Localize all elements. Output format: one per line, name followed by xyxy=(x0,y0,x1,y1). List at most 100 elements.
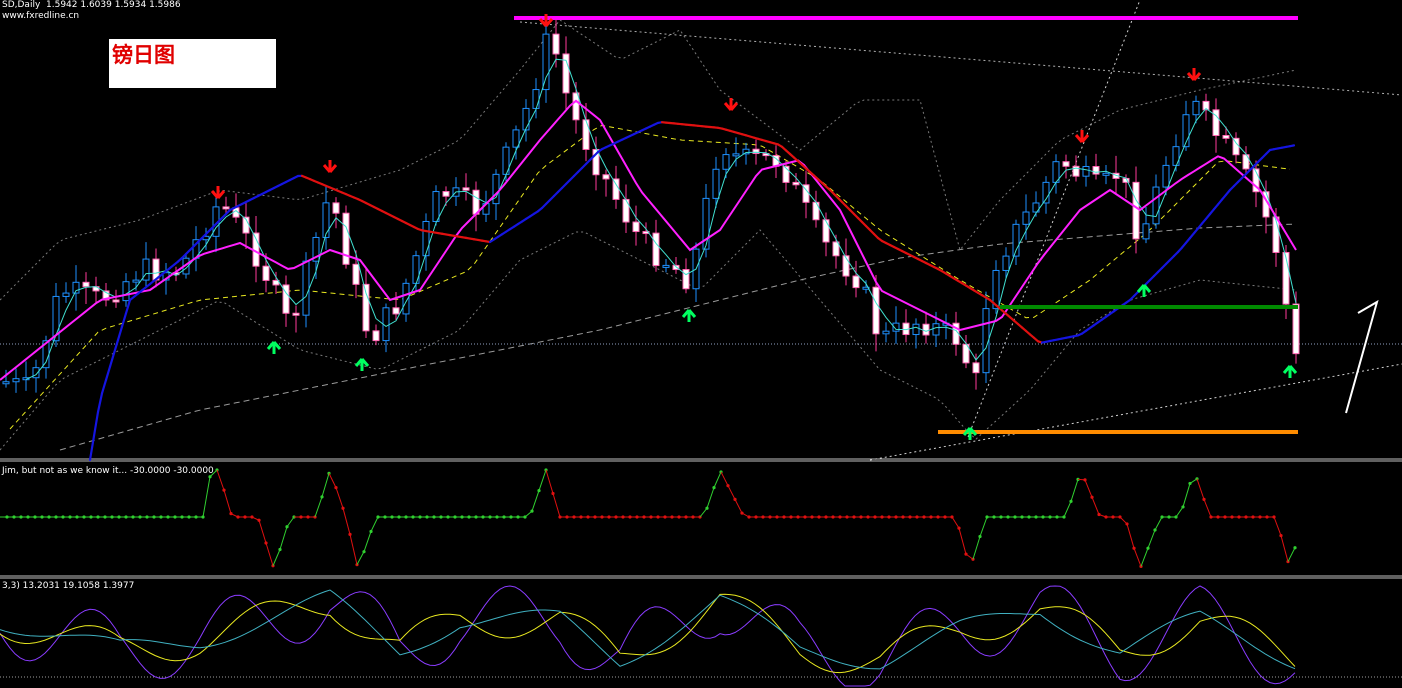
candle-body xyxy=(302,260,310,316)
stochastic-signal-line xyxy=(0,593,1296,674)
ohlc-values: 1.5942 1.6039 1.5934 1.5986 xyxy=(46,0,181,10)
candle-body xyxy=(822,219,830,243)
candle-body xyxy=(722,154,730,170)
lower-envelope-line xyxy=(0,229,1297,451)
candle-body xyxy=(552,33,560,55)
candle-body xyxy=(1062,161,1070,167)
candle-body xyxy=(812,201,820,221)
trend-moving-average-segment xyxy=(88,434,96,462)
oscillator-segment xyxy=(356,551,365,565)
oscillator-segment xyxy=(538,469,547,491)
candle-body xyxy=(1282,251,1290,305)
oscillator-segment xyxy=(363,531,372,552)
candle-body xyxy=(582,119,590,150)
steep-trendline xyxy=(967,0,1141,438)
candle-body xyxy=(542,33,550,91)
trend-moving-average-segment xyxy=(116,325,124,342)
oscillator-segment xyxy=(286,516,295,528)
chart-title: 镑日图 xyxy=(112,43,175,67)
oscillator-segment xyxy=(1091,497,1100,515)
buy-signal-arrow xyxy=(1136,284,1152,297)
candle-body xyxy=(322,202,330,238)
oscillator-segment xyxy=(699,507,708,518)
candle-body xyxy=(1092,166,1100,175)
candle-body xyxy=(532,89,540,109)
oscillator-segment xyxy=(706,487,715,509)
candle-body xyxy=(1002,255,1010,271)
oscillator-segment xyxy=(272,549,281,566)
candle-body xyxy=(372,330,380,342)
sell-signal-arrow xyxy=(723,98,739,111)
oscillator-segment xyxy=(1126,523,1135,549)
resistance-trendline xyxy=(519,21,1402,96)
candle-body xyxy=(62,292,70,297)
candle-body xyxy=(492,173,500,205)
oscillator-segment xyxy=(1154,516,1163,531)
candle-body xyxy=(292,312,300,316)
oscillator-segment xyxy=(370,516,379,532)
oscillator-panel xyxy=(0,468,1402,579)
candle-body xyxy=(632,221,640,233)
oscillator-segment xyxy=(1182,483,1191,508)
buy-signal-arrow xyxy=(354,358,370,371)
candle-body xyxy=(522,107,530,131)
candle-body xyxy=(872,286,880,335)
sell-signal-arrow xyxy=(1074,130,1090,143)
trend-moving-average-segment xyxy=(108,352,116,368)
candle-body xyxy=(122,281,130,302)
oscillator-segment xyxy=(958,528,967,555)
trend-moving-average-segment xyxy=(1288,144,1296,148)
symbol-label: SD,Daily xyxy=(2,0,41,10)
sell-signal-arrow xyxy=(210,186,226,199)
candle-body xyxy=(922,323,930,336)
oscillator-point xyxy=(1293,546,1297,550)
oscillator-segment xyxy=(1203,499,1212,518)
oscillator-segment xyxy=(552,493,561,518)
hand-drawn-mark xyxy=(1345,299,1379,414)
oscillator-segment xyxy=(1070,479,1079,502)
chart-window: SD,Daily 1.5942 1.6039 1.5934 1.5986 www… xyxy=(0,0,1402,688)
oscillator-segment xyxy=(972,536,981,560)
candle-body xyxy=(1082,166,1090,177)
candle-body xyxy=(222,206,230,210)
buy-signal-arrow xyxy=(266,341,282,354)
candle-body xyxy=(1142,223,1150,240)
candle-body xyxy=(12,378,20,383)
candle-body xyxy=(712,168,720,199)
oscillator-segment xyxy=(720,471,729,486)
candle-body xyxy=(392,307,400,315)
candle-body xyxy=(1162,164,1170,188)
oscillator-segment xyxy=(265,542,274,566)
candle-body xyxy=(1102,172,1110,176)
stochastic-panel xyxy=(0,585,1402,687)
symbol-header: SD,Daily 1.5942 1.6039 1.5934 1.5986 xyxy=(2,0,181,10)
candle-body xyxy=(882,330,890,335)
candle-body xyxy=(602,174,610,180)
candle-body xyxy=(262,265,270,281)
candle-body xyxy=(662,264,670,268)
candle-body xyxy=(732,153,740,157)
candle-body xyxy=(612,178,620,200)
stochastic-label: 3,3) 13.2031 19.1058 1.3977 xyxy=(2,581,135,591)
oscillator-segment xyxy=(321,473,330,497)
oscillator-segment xyxy=(531,490,540,512)
trend-moving-average-segment xyxy=(124,298,132,315)
oscillator-segment xyxy=(258,520,267,544)
oscillator-segment xyxy=(279,526,288,550)
oscillator-segment xyxy=(951,516,960,529)
oscillator-segment xyxy=(223,490,232,514)
candle-body xyxy=(1022,211,1030,225)
candle-body xyxy=(652,232,660,267)
candle-body xyxy=(422,220,430,257)
buy-signal-arrow xyxy=(681,309,697,322)
oscillator-segment xyxy=(328,473,337,488)
candle-body xyxy=(1232,137,1240,156)
candle-body xyxy=(912,323,920,336)
stochastic-slow-line xyxy=(0,589,1296,670)
trend-moving-average-segment xyxy=(104,365,112,382)
candle-body xyxy=(512,129,520,148)
oscillator-segment xyxy=(1140,548,1149,567)
candle-body xyxy=(842,255,850,277)
candle-body xyxy=(442,191,450,197)
trend-moving-average-segment xyxy=(120,312,128,328)
